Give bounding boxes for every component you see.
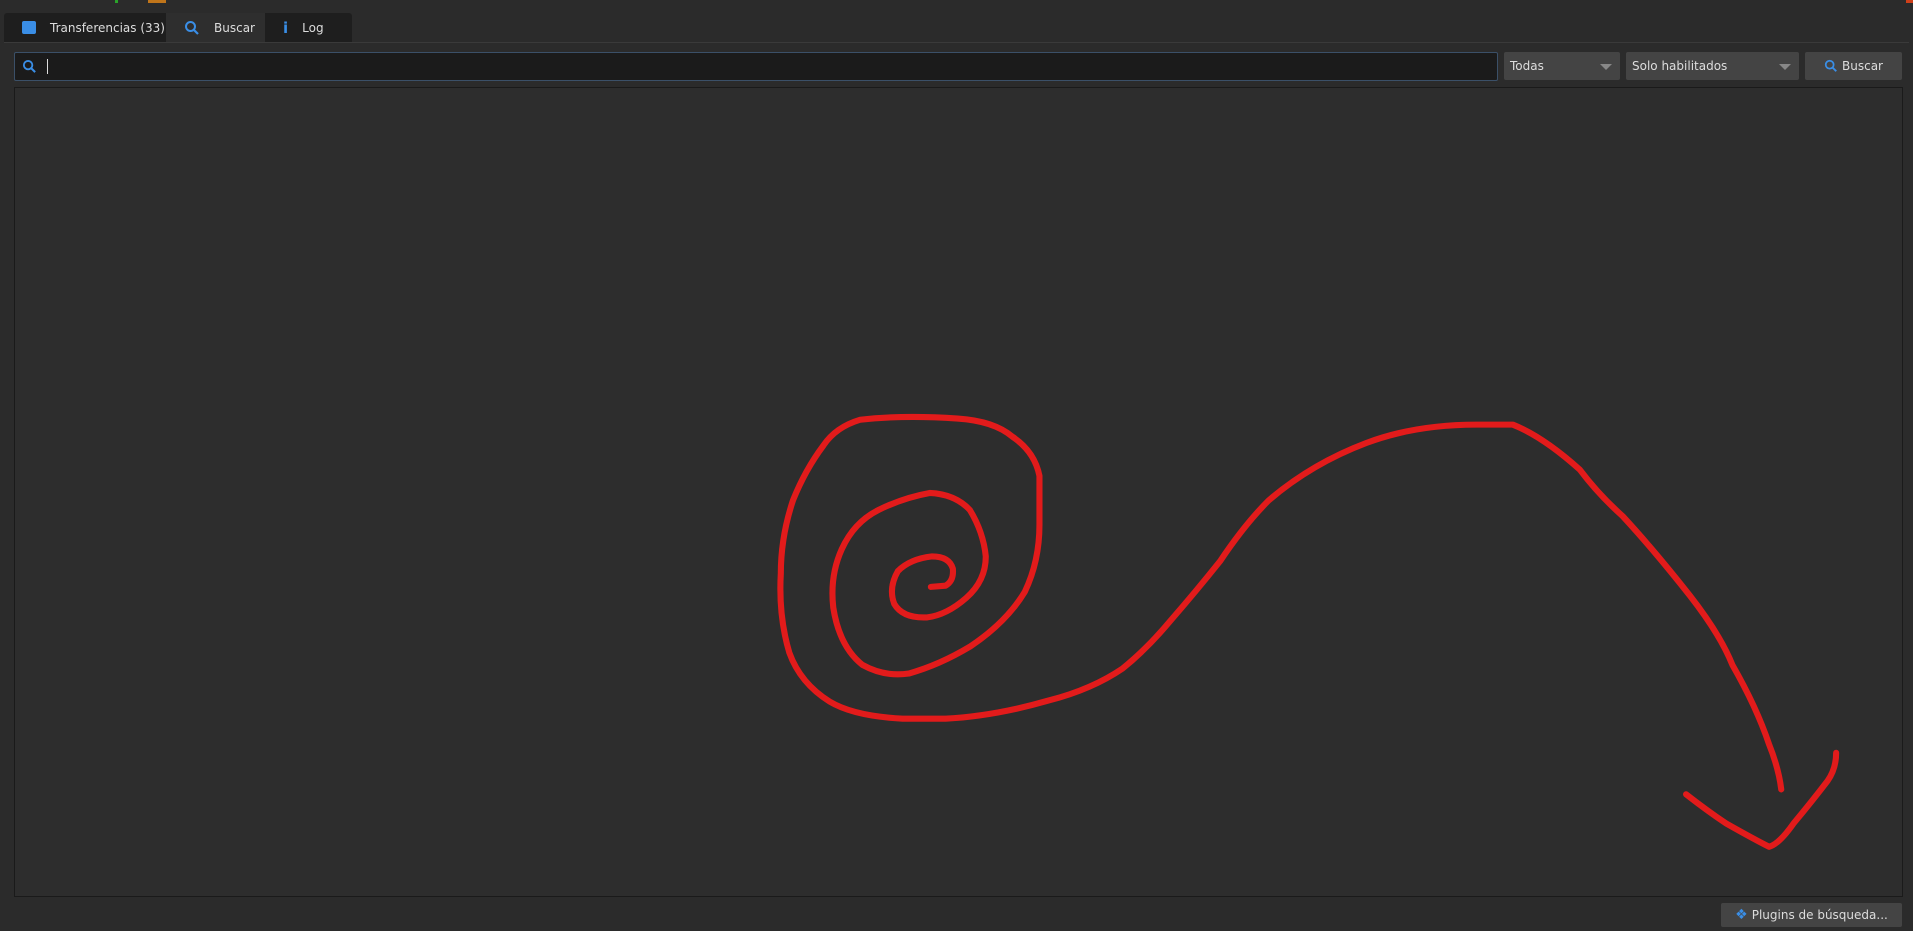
puzzle-piece-icon: ❖	[1735, 907, 1748, 923]
red-annotation-drawing	[777, 413, 1840, 850]
search-plugins-button[interactable]: ❖ Plugins de búsqueda...	[1721, 903, 1902, 927]
annotation-spiral-arrow	[777, 413, 1840, 850]
search-plugins-button-label: Plugins de búsqueda...	[1751, 908, 1888, 922]
